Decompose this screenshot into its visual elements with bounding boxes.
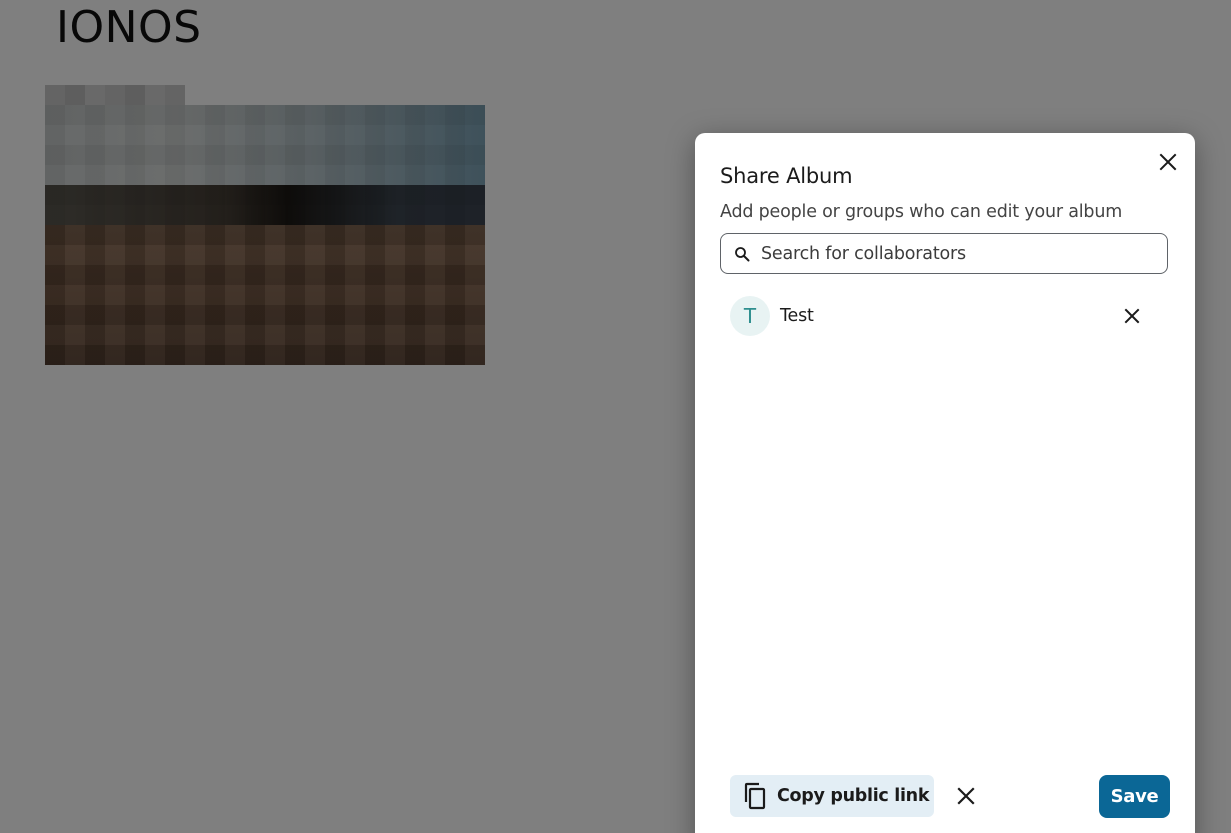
page: IONOS Share Album Add people or groups w… [0, 0, 1231, 833]
copy-icon [742, 782, 768, 810]
collaborator-name: Test [780, 306, 814, 326]
dialog-title: Share Album [720, 164, 853, 188]
close-icon [1159, 153, 1177, 171]
dialog-close-button[interactable] [1155, 149, 1181, 175]
share-album-dialog: Share Album Add people or groups who can… [695, 133, 1195, 833]
collaborator-search[interactable] [720, 233, 1168, 274]
close-icon [1124, 308, 1140, 324]
dialog-subtitle: Add people or groups who can edit your a… [720, 202, 1123, 222]
avatar: T [730, 296, 770, 336]
search-icon [733, 245, 751, 263]
save-button[interactable]: Save [1099, 775, 1170, 818]
copy-public-link-label: Copy public link [777, 786, 930, 806]
remove-collaborator-button[interactable] [1121, 305, 1143, 327]
search-input[interactable] [761, 243, 1141, 264]
close-icon [957, 787, 975, 805]
remove-public-link-button[interactable] [955, 785, 977, 807]
copy-public-link-button[interactable]: Copy public link [730, 775, 934, 817]
collaborator-item: T Test [730, 296, 1160, 336]
